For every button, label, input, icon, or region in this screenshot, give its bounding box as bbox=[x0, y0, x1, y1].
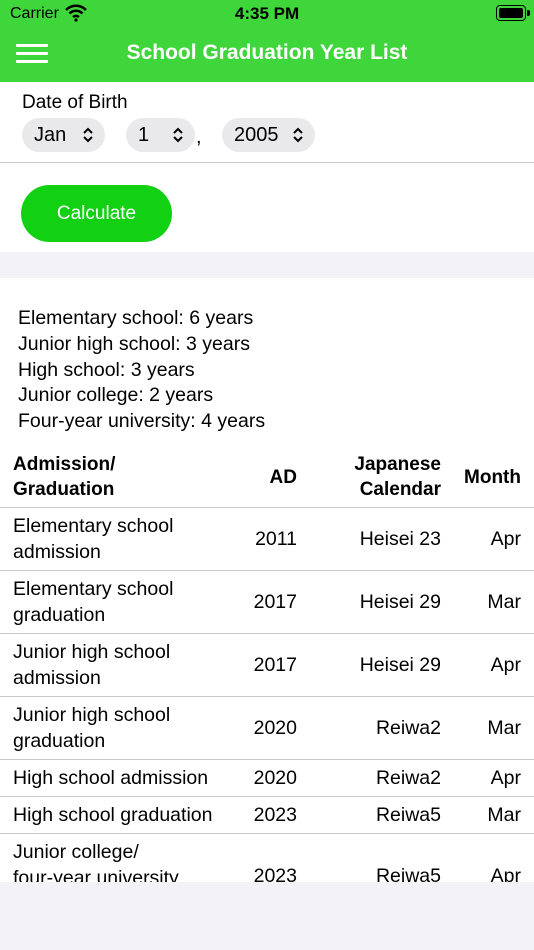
row-month: Apr bbox=[490, 654, 521, 676]
row-label: Junior college/four-year university bbox=[13, 841, 179, 882]
years-junior-college: Junior college: 2 years bbox=[18, 384, 214, 407]
row-ad: 2020 bbox=[253, 717, 297, 739]
row-ad: 2017 bbox=[253, 654, 297, 676]
header-japanese-calendar: Japanese Calendar bbox=[354, 454, 441, 500]
row-japanese-calendar: Heisei 23 bbox=[359, 528, 441, 550]
page-title: School Graduation Year List bbox=[126, 41, 408, 64]
row-japanese-calendar: Reiwa5 bbox=[375, 804, 441, 826]
battery-icon bbox=[496, 5, 530, 21]
month-picker[interactable]: Jan bbox=[22, 118, 105, 152]
dob-label: Date of Birth bbox=[22, 92, 128, 113]
table-header: Admission/ Graduation AD Japanese Calend… bbox=[0, 452, 534, 508]
row-month: Mar bbox=[487, 717, 521, 739]
years-elementary: Elementary school: 6 years bbox=[18, 307, 254, 329]
row-month: Apr bbox=[490, 528, 521, 550]
year-value: 2005 bbox=[234, 123, 279, 146]
row-japanese-calendar: Heisei 29 bbox=[359, 591, 441, 613]
birth-date-form: Date of Birth Jan 1 , 2005 Calculate bbox=[0, 82, 534, 252]
table-row: Junior high school admission 2017 Heisei … bbox=[0, 633, 534, 696]
row-month: Mar bbox=[487, 804, 521, 826]
row-label: Elementary school admission bbox=[13, 515, 174, 563]
row-label: Junior high school admission bbox=[13, 641, 171, 689]
row-month: Mar bbox=[487, 591, 521, 613]
years-junior-high: Junior high school: 3 years bbox=[18, 332, 250, 355]
table-row: Elementary school admission 2011 Heisei 2… bbox=[0, 507, 534, 570]
month-value: Jan bbox=[34, 123, 67, 146]
year-picker[interactable]: 2005 bbox=[222, 118, 315, 152]
row-label: Junior high school graduation bbox=[13, 704, 171, 752]
date-separator: , bbox=[196, 126, 202, 148]
status-bar: Carrier 4:35 PM bbox=[0, 0, 534, 28]
row-ad: 2020 bbox=[253, 767, 297, 789]
years-high-school: High school: 3 years bbox=[18, 358, 195, 381]
school-years-info: Elementary school: 6 years Junior high s… bbox=[18, 306, 265, 435]
results-panel: Elementary school: 6 years Junior high s… bbox=[0, 278, 534, 882]
calculate-button[interactable]: Calculate bbox=[21, 185, 172, 242]
day-value: 1 bbox=[138, 123, 150, 146]
row-japanese-calendar: Reiwa2 bbox=[375, 717, 441, 739]
row-label: Elementary school graduation bbox=[13, 578, 174, 626]
header-ad: AD bbox=[269, 467, 297, 488]
divider bbox=[0, 162, 534, 163]
chevron-up-down-icon bbox=[293, 127, 303, 143]
day-picker[interactable]: 1 bbox=[126, 118, 195, 152]
row-japanese-calendar: Reiwa2 bbox=[375, 767, 441, 789]
row-ad: 2011 bbox=[255, 528, 297, 550]
table-row: High school admission 2020 Reiwa2 Apr bbox=[0, 759, 534, 796]
chevron-up-down-icon bbox=[173, 127, 183, 143]
chevron-up-down-icon bbox=[83, 127, 93, 143]
header-admission-graduation: Admission/ Graduation bbox=[13, 454, 116, 500]
table-row: High school graduation 2023 Reiwa5 Mar bbox=[0, 796, 534, 833]
row-japanese-calendar: Heisei 29 bbox=[359, 654, 441, 676]
table-row: Elementary school graduation 2017 Heisei … bbox=[0, 570, 534, 633]
table-row: Junior high school graduation 2020 Reiwa2… bbox=[0, 696, 534, 759]
table-row: Junior college/four-year university 2023… bbox=[0, 833, 534, 882]
row-ad: 2023 bbox=[253, 865, 297, 882]
status-time: 4:35 PM bbox=[234, 4, 300, 23]
row-label: High school admission bbox=[13, 767, 209, 789]
row-label: High school graduation bbox=[13, 804, 213, 826]
row-ad: 2017 bbox=[253, 591, 297, 613]
row-ad: 2023 bbox=[253, 804, 297, 826]
header-month: Month bbox=[464, 467, 521, 488]
row-month: Apr bbox=[490, 767, 521, 789]
years-university: Four-year university: 4 years bbox=[18, 410, 266, 433]
row-japanese-calendar: Reiwa5 bbox=[375, 865, 441, 882]
bottom-area bbox=[0, 882, 534, 950]
nav-bar: School Graduation Year List bbox=[0, 28, 534, 82]
row-month: Apr bbox=[490, 865, 521, 882]
